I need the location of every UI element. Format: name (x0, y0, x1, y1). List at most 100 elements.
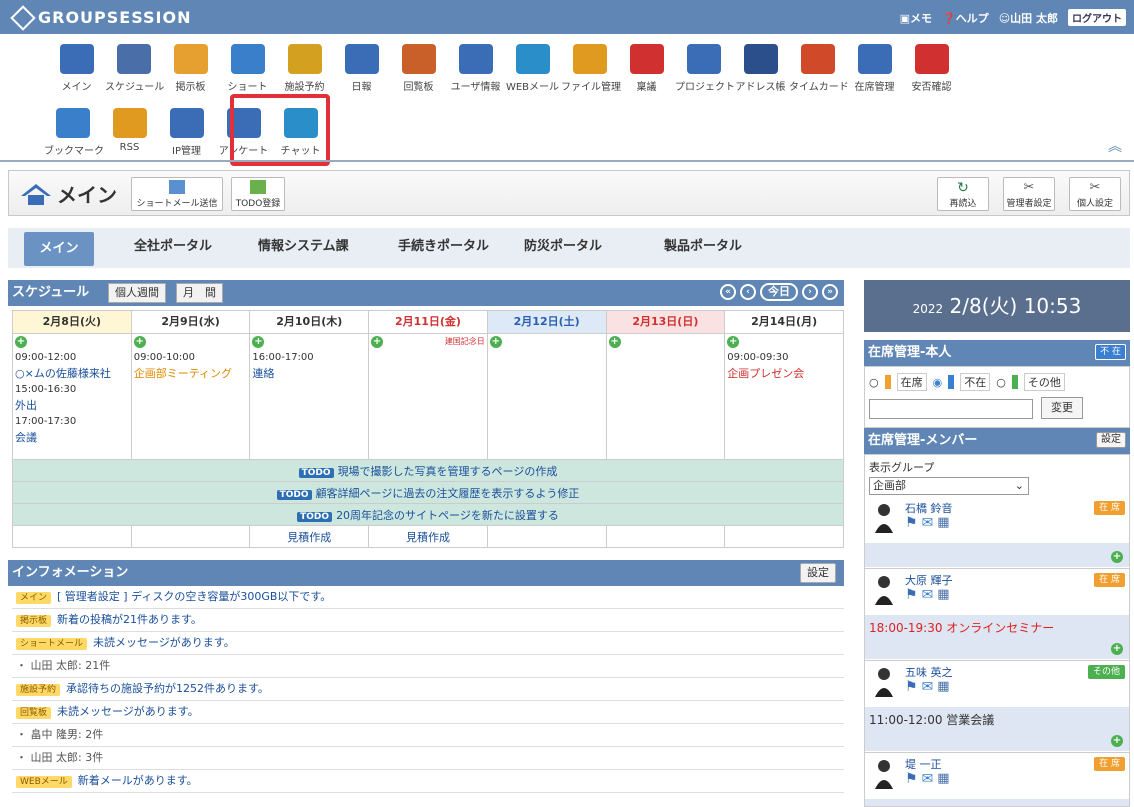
app-circular[interactable]: 回覧板 (390, 44, 447, 100)
shortmail-send-button[interactable]: ショートメール送信 (131, 177, 223, 211)
logo[interactable]: GROUPSESSION (10, 4, 192, 31)
app-bulletin[interactable]: 掲示板 (162, 44, 219, 100)
day-header[interactable]: 2月14日(月) (724, 310, 844, 334)
prev-week-icon[interactable]: « (720, 284, 736, 300)
event-title[interactable]: 連絡 (250, 366, 368, 382)
day-header[interactable]: 2月13日(日) (605, 310, 726, 334)
member-name[interactable]: 堤 一正 (905, 756, 942, 772)
tab-4[interactable]: 防災ポータル (524, 228, 602, 266)
add-icon[interactable]: + (608, 336, 621, 348)
presence-icon[interactable]: ⚑ (905, 679, 918, 695)
radio-in[interactable]: ○ (869, 376, 879, 389)
tab-0[interactable]: メイン (24, 232, 94, 266)
app-clock[interactable]: タイムカード (789, 44, 849, 100)
app-folder[interactable]: ファイル管理 (561, 44, 621, 100)
add-icon[interactable]: + (133, 336, 146, 348)
app-project[interactable]: プロジェクト (675, 44, 735, 100)
personal-settings-button[interactable]: ✂ 個人設定 (1069, 177, 1121, 211)
change-button[interactable]: 変更 (1041, 397, 1083, 419)
app-facility[interactable]: 施設予約 (276, 44, 333, 100)
app-report[interactable]: 日報 (333, 44, 390, 100)
info-settings-button[interactable]: 設定 (800, 563, 836, 583)
app-bookmark[interactable]: ブックマーク (44, 108, 104, 164)
info-row[interactable]: 施設予約 承認待ちの施設予約が1252件あります。 (12, 678, 844, 701)
info-row[interactable]: ・ 山田 太郎: 3件 (12, 747, 844, 770)
collapse-icon[interactable]: ︽ (1108, 136, 1122, 156)
radio-other[interactable]: ○ (996, 376, 1006, 389)
member-name[interactable]: 五味 英之 (905, 664, 953, 680)
day-cell[interactable]: +09:00-12:00 ○×ムの佐藤様来社 15:00-16:30 外出 17:00-… (12, 333, 132, 460)
info-row[interactable]: 回覧板 未読メッセージがあります。 (12, 701, 844, 724)
member-name[interactable]: 石橋 鈴音 (905, 500, 953, 516)
add-icon[interactable]: + (1111, 551, 1123, 563)
event-title[interactable]: 企画部ミーティング (132, 366, 250, 382)
bottom-cell[interactable] (12, 525, 132, 548)
presence-icon[interactable]: ⚑ (905, 771, 918, 787)
day-header[interactable]: 2月12日(土) (486, 310, 607, 334)
day-cell[interactable]: +16:00-17:00 連絡 (249, 333, 370, 460)
add-icon[interactable]: + (371, 336, 384, 348)
app-mail[interactable]: ショート (219, 44, 276, 100)
tab-2[interactable]: 情報システム課 (258, 228, 349, 266)
day-header[interactable]: 2月10日(木) (249, 310, 370, 334)
prev-day-icon[interactable]: ‹ (740, 284, 756, 300)
tab-3[interactable]: 手続きポータル (398, 228, 489, 266)
next-day-icon[interactable]: › (802, 284, 818, 300)
member-schedule[interactable]: 11:00-12:00 営業会議 + (865, 707, 1129, 751)
day-header[interactable]: 2月9日(水) (130, 310, 251, 334)
month-view-button[interactable]: 月 間 (176, 283, 223, 303)
add-icon[interactable]: + (1111, 735, 1123, 747)
event-title[interactable]: 企画プレゼン会 (725, 366, 843, 382)
app-globe[interactable]: WEBメール (504, 44, 561, 100)
day-cell[interactable]: + 建国記念日 (368, 333, 488, 460)
radio-out[interactable]: ◉ (933, 376, 943, 389)
group-select[interactable]: 企画部 ⌄ (869, 477, 1029, 495)
app-ip[interactable]: IP管理 (158, 108, 215, 164)
member-schedule[interactable]: + (865, 799, 1129, 806)
admin-settings-button[interactable]: ✂ 管理者設定 (1003, 177, 1055, 211)
mail-icon[interactable]: ✉ (922, 771, 934, 787)
bottom-cell[interactable] (130, 525, 251, 548)
day-header[interactable]: 2月8日(火) (12, 310, 132, 334)
member-schedule[interactable]: 18:00-19:30 オンラインセミナー + (865, 615, 1129, 659)
todo-item[interactable]: TODO 20周年記念のサイトページを新たに設置する (12, 503, 844, 526)
app-approval[interactable]: 稟議 (618, 44, 675, 100)
info-row[interactable]: ・ 畠中 隆男: 2件 (12, 724, 844, 747)
info-row[interactable]: ショートメール 未読メッセージがあります。 (12, 632, 844, 655)
memo-link[interactable]: ▣メモ (900, 10, 932, 26)
app-presence[interactable]: 在席管理 (846, 44, 903, 100)
todo-register-button[interactable]: TODO登録 (231, 177, 285, 211)
day-cell[interactable]: +09:00-09:30 企画プレゼン会 (724, 333, 844, 460)
bottom-cell[interactable] (486, 525, 607, 548)
bottom-cell[interactable]: 見積作成 (249, 525, 370, 548)
help-link[interactable]: ❓ヘルプ (942, 10, 989, 26)
logout-button[interactable]: ログアウト (1068, 9, 1126, 26)
todo-item[interactable]: TODO 現場で撮影した写真を管理するページの作成 (12, 459, 844, 482)
info-row[interactable]: 掲示板 新着の投稿が21件あります。 (12, 609, 844, 632)
add-icon[interactable]: + (727, 336, 740, 348)
tab-5[interactable]: 製品ポータル (664, 228, 742, 266)
calendar-icon[interactable]: ▦ (937, 679, 949, 695)
reload-button[interactable]: ↻ 再読込 (937, 177, 989, 211)
presence-comment-input[interactable] (869, 399, 1033, 419)
member-name[interactable]: 大原 輝子 (905, 572, 953, 588)
bottom-cell[interactable] (605, 525, 726, 548)
day-header[interactable]: 2月11日(金) (368, 310, 488, 334)
app-alert[interactable]: 安否確認 (903, 44, 960, 100)
day-cell[interactable]: +09:00-10:00 企画部ミーティング (130, 333, 251, 460)
members-settings-button[interactable]: 設定 (1096, 432, 1126, 448)
todo-item[interactable]: TODO 顧客詳細ページに過去の注文履歴を表示するよう修正 (12, 481, 844, 504)
app-calendar[interactable]: スケジュール (105, 44, 164, 100)
event-title[interactable]: ○×ムの佐藤様来社 (13, 366, 131, 382)
bottom-cell[interactable]: 見積作成 (368, 525, 488, 548)
presence-icon[interactable]: ⚑ (905, 587, 918, 603)
info-row[interactable]: メイン [ 管理者設定 ] ディスクの空き容量が300GB以下です。 (12, 586, 844, 609)
app-user[interactable]: ユーザ情報 (447, 44, 504, 100)
add-icon[interactable]: + (15, 336, 27, 348)
week-view-button[interactable]: 個人週間 (108, 283, 166, 303)
calendar-icon[interactable]: ▦ (937, 771, 949, 787)
info-row[interactable]: WEBメール 新着メールがあります。 (12, 770, 844, 793)
day-cell[interactable]: + (486, 333, 607, 460)
event-title[interactable]: 外出 (13, 398, 131, 414)
info-row[interactable]: ・ 山田 太郎: 21件 (12, 655, 844, 678)
